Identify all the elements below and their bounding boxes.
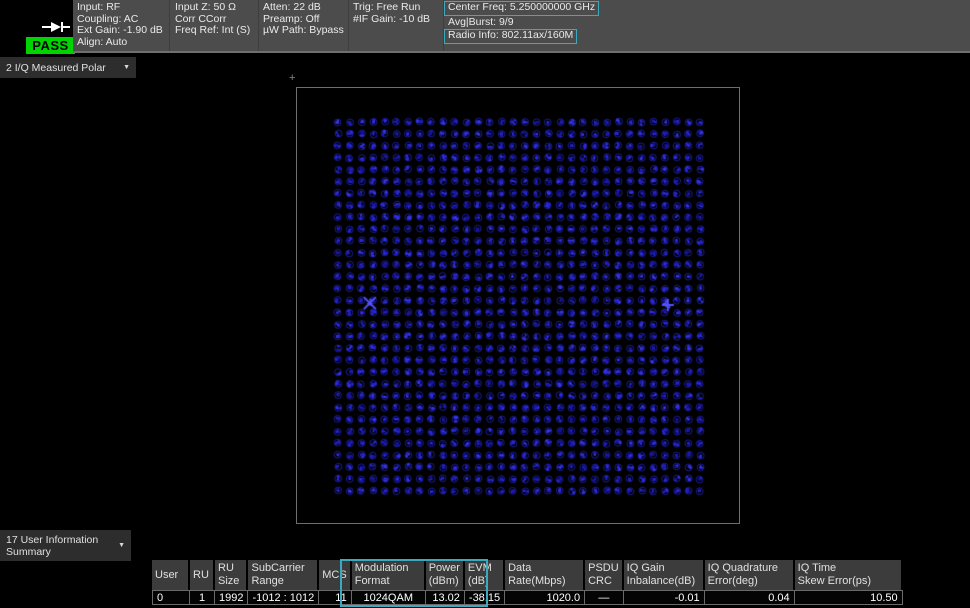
uw-path-setting: µW Path: Bypass [263, 25, 344, 37]
header-text: PSDU [588, 562, 619, 575]
cell-iq-time-skew-error: 10.50 [795, 590, 903, 605]
freq-readout-group: Center Freq: 5.250000000 GHz Avg|Burst: … [444, 1, 599, 44]
header-text: SubCarrier [251, 562, 314, 575]
trace-selector-label: 2 I/Q Measured Polar [6, 62, 106, 74]
header-text: IQ Time [798, 562, 898, 575]
input-settings-group: Input: RF Coupling: AC Ext Gain: -1.90 d… [77, 2, 163, 48]
header-text: Power [429, 562, 460, 575]
col-user: User [152, 560, 190, 590]
freq-ref-setting: Freq Ref: Int (S) [175, 25, 250, 37]
cell-user: 0 [152, 590, 190, 605]
header-text: MCS [322, 569, 346, 582]
summary-selector-line2: Summary [6, 546, 51, 558]
ext-gain-setting: Ext Gain: -1.90 dB [77, 25, 163, 37]
cell-subcarrier-range: -1012 : 1012 [248, 590, 319, 605]
header-text: EVM [468, 562, 500, 575]
avg-burst-readout: Avg|Burst: 9/9 [444, 16, 599, 30]
summary-selector-line1: 17 User Information [6, 534, 98, 546]
col-power: Power(dBm) [426, 560, 465, 590]
header-text: Data [508, 562, 580, 575]
cell-power: 13.02 [426, 590, 465, 605]
header-text: User [155, 569, 185, 582]
col-iq-gain-inbalance: IQ GainInbalance(dB) [624, 560, 705, 590]
cell-modulation-format: 1024QAM [352, 590, 426, 605]
header-text: (dBm) [429, 575, 460, 588]
radio-info-readout[interactable]: Radio Info: 802.11ax/160M [444, 29, 577, 44]
header-text: Error(deg) [708, 575, 790, 588]
cell-mcs: 11 [319, 590, 351, 605]
pass-badge: PASS [26, 37, 75, 54]
col-modulation-format: ModulationFormat [352, 560, 426, 590]
atten-settings-group: Atten: 22 dB Preamp: Off µW Path: Bypass [263, 2, 344, 37]
input-z-setting: Input Z: 50 Ω [175, 2, 250, 14]
header-text: Size [218, 575, 243, 588]
trigger-settings-group: Trig: Free Run #IF Gain: -10 dB [353, 2, 430, 25]
col-data-rate: DataRate(Mbps) [505, 560, 585, 590]
table-row: 0 1 1992 -1012 : 1012 11 1024QAM 13.02 -… [152, 590, 903, 605]
measbar-divider [169, 0, 170, 51]
cell-ru: 1 [190, 590, 215, 605]
plot-corner-marker: + [289, 72, 295, 84]
col-mcs: MCS [319, 560, 351, 590]
col-iq-time-skew-error: IQ TimeSkew Error(ps) [795, 560, 903, 590]
header-text: Format [355, 575, 421, 588]
trace-selector-dropdown[interactable]: 2 I/Q Measured Polar ▼ [0, 57, 136, 78]
table-header-row: User RU RUSize SubCarrierRange MCS Modul… [152, 560, 903, 590]
header-text: Rate(Mbps) [508, 575, 580, 588]
col-evm: EVM(dB) [465, 560, 505, 590]
atten-setting: Atten: 22 dB [263, 2, 344, 14]
constellation-plot [296, 87, 740, 524]
header-text: (dB) [468, 575, 500, 588]
align-setting: Align: Auto [77, 37, 163, 49]
col-iq-quadrature-error: IQ QuadratureError(deg) [705, 560, 795, 590]
header-text: CRC [588, 575, 619, 588]
chevron-down-icon: ▼ [118, 542, 125, 549]
col-ru-size: RUSize [215, 560, 248, 590]
header-text: Modulation [355, 562, 421, 575]
analyzer-screen: PASS Input: RF Coupling: AC Ext Gain: -1… [0, 0, 970, 608]
cell-psdu-crc: — [585, 590, 624, 605]
cell-data-rate: 1020.0 [505, 590, 585, 605]
cell-iq-gain-inbalance: -0.01 [624, 590, 705, 605]
header-text: RU [193, 569, 210, 582]
status-zone: PASS [0, 0, 73, 55]
header-text: RU [218, 562, 243, 575]
header-text: Skew Error(ps) [798, 575, 898, 588]
trig-setting: Trig: Free Run [353, 2, 430, 14]
center-freq-readout[interactable]: Center Freq: 5.250000000 GHz [444, 1, 599, 16]
user-info-table: User RU RUSize SubCarrierRange MCS Modul… [152, 560, 903, 605]
input-setting: Input: RF [77, 2, 163, 14]
measbar-divider [348, 0, 349, 51]
col-psdu-crc: PSDUCRC [585, 560, 624, 590]
constellation-canvas [297, 88, 739, 523]
measurement-settings-bar: Input: RF Coupling: AC Ext Gain: -1.90 d… [73, 0, 970, 53]
summary-selector-dropdown[interactable]: 17 User Information Summary ▼ [0, 530, 131, 561]
cell-evm: -38.15 [465, 590, 505, 605]
rf-input-icon [42, 21, 72, 33]
header-text: IQ Quadrature [708, 562, 790, 575]
header-text: IQ Gain [627, 562, 700, 575]
col-subcarrier-range: SubCarrierRange [248, 560, 319, 590]
header-text: Inbalance(dB) [627, 575, 700, 588]
summary-selector-label: 17 User Information Summary [6, 534, 98, 558]
col-ru: RU [190, 560, 215, 590]
cell-iq-quadrature-error: 0.04 [705, 590, 795, 605]
impedance-settings-group: Input Z: 50 Ω Corr CCorr Freq Ref: Int (… [175, 2, 250, 37]
chevron-down-icon: ▼ [123, 64, 130, 71]
cell-ru-size: 1992 [215, 590, 248, 605]
header-text: Range [251, 575, 314, 588]
measbar-divider [258, 0, 259, 51]
if-gain-setting: #IF Gain: -10 dB [353, 14, 430, 26]
